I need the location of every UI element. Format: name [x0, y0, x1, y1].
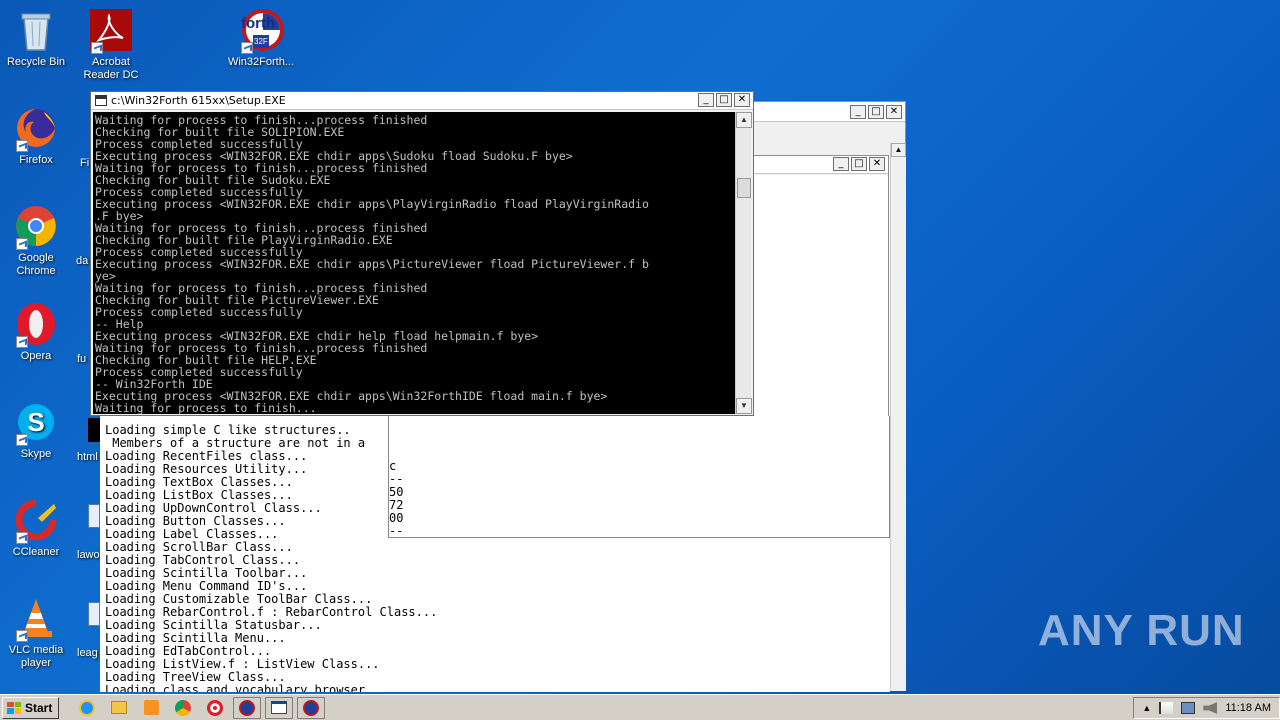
skype-icon[interactable]: S Skype [0, 400, 72, 461]
ccleaner-label: CCleaner [12, 546, 60, 558]
partial-icon [88, 418, 100, 442]
close-button[interactable]: ✕ [886, 105, 902, 119]
scroll-down-icon[interactable]: ▼ [736, 398, 752, 414]
ide-scrollbar[interactable]: ▲ [890, 143, 906, 691]
opera-label: Opera [20, 350, 52, 362]
popup-fragment: -- [389, 524, 404, 538]
anyrun-watermark: ANY RUN [1038, 606, 1245, 655]
opera-glyph-icon [14, 302, 58, 348]
opera-icon[interactable]: Opera [0, 302, 72, 363]
partial-icon-label: lawo [77, 549, 100, 561]
trash-icon [14, 8, 58, 52]
win32forth-label: Win32Forth... [227, 56, 295, 68]
start-button[interactable]: Start [2, 696, 60, 719]
opera-icon[interactable] [201, 697, 229, 719]
partial-icon-label: fu [77, 353, 87, 365]
popup-fragments: c -- 50 72 00 -- [389, 460, 403, 538]
firefox-icon[interactable]: Firefox [0, 106, 72, 167]
chrome-icon[interactable]: Google Chrome [0, 204, 72, 278]
partial-icon [88, 504, 100, 528]
partial-icon-label: da [76, 255, 89, 267]
forth-icon-text: forth [241, 15, 276, 32]
close-button[interactable]: ✕ [869, 157, 885, 171]
ie-icon[interactable] [73, 697, 101, 719]
skype-glyph-icon: S [14, 400, 58, 446]
maximize-button[interactable]: □ [868, 105, 884, 119]
console-title: c:\Win32Forth 615xx\Setup.EXE [111, 94, 286, 107]
console-line: Waiting for process to finish... [95, 401, 317, 414]
console-scrollbar[interactable]: ▲ ▼ [735, 112, 752, 414]
chrome-icon[interactable] [169, 697, 197, 719]
vlc-cone-icon [14, 596, 58, 642]
shortcut-arrow-icon [91, 42, 103, 54]
console-output[interactable]: Waiting for process to finish...process … [93, 112, 735, 414]
ccleaner-glyph-icon [14, 498, 58, 544]
maximize-button[interactable]: □ [716, 93, 732, 107]
volume-icon[interactable] [1203, 702, 1218, 714]
minimize-button[interactable]: _ [850, 105, 866, 119]
console-titlebar[interactable]: c:\Win32Forth 615xx\Setup.EXE _ □ ✕ [91, 92, 753, 110]
shortcut-arrow-icon [16, 140, 28, 152]
taskbar: Start ▲ 11:18 AM [0, 694, 1280, 720]
media-icon[interactable] [137, 697, 165, 719]
forth-icon-2[interactable] [297, 696, 326, 719]
start-label: Start [25, 700, 53, 715]
vlc-label: VLC media player [8, 644, 64, 669]
log-line: Loading class and vocabulary browser... [105, 683, 387, 693]
vlc-icon[interactable]: VLC media player [0, 596, 72, 670]
partial-icon-label: Fi [80, 157, 90, 169]
forth-icon[interactable] [233, 696, 262, 719]
shortcut-arrow-icon [16, 336, 28, 348]
win32forth-icon[interactable]: forth 32F Win32Forth... [225, 8, 297, 69]
shortcut-arrow-icon [16, 434, 28, 446]
partial-icon-label: html [77, 451, 98, 463]
tray-expand-icon[interactable]: ▲ [1142, 703, 1151, 713]
windows-logo-icon [7, 701, 21, 714]
explorer-icon[interactable] [105, 697, 133, 719]
clock[interactable]: 11:18 AM [1225, 702, 1271, 714]
network-icon[interactable] [1181, 702, 1196, 714]
close-button[interactable]: ✕ [734, 93, 750, 107]
recycle-bin-icon[interactable]: Recycle Bin [0, 8, 72, 69]
partial-icon [88, 602, 100, 626]
forth-icon-sub: 32F [253, 35, 269, 48]
acrobat-reader-icon[interactable]: Acrobat Reader DC [75, 8, 147, 82]
svg-text:S: S [27, 407, 44, 437]
system-tray: ▲ 11:18 AM [1133, 697, 1280, 719]
skype-label: Skype [20, 448, 52, 460]
console-line: Executing process <WIN32FOR.EXE chdir ap… [95, 257, 649, 271]
scroll-up-icon[interactable]: ▲ [891, 143, 906, 157]
scroll-thumb[interactable] [737, 178, 751, 198]
console-line: Executing process <WIN32FOR.EXE chdir ap… [95, 197, 649, 211]
flag-icon[interactable] [1159, 702, 1174, 714]
forth-icon: forth 32F [239, 8, 284, 54]
shortcut-arrow-icon [16, 238, 28, 250]
firefox-label: Firefox [19, 154, 53, 166]
shortcut-arrow-icon [241, 42, 253, 54]
scroll-up-icon[interactable]: ▲ [736, 112, 752, 128]
acrobat-icon [89, 8, 133, 54]
chrome-label: Google Chrome [16, 252, 56, 277]
ide-child-titlebar[interactable]: _ □ ✕ [754, 156, 888, 174]
minimize-button[interactable]: _ [833, 157, 849, 171]
recycle-bin-label: Recycle Bin [6, 56, 66, 68]
console-line: Process completed successfully [95, 305, 303, 319]
ide-popup-panel: c -- 50 72 00 -- [388, 416, 890, 538]
firefox-glyph-icon [14, 106, 58, 152]
acrobat-reader-label: Acrobat Reader DC [83, 56, 139, 81]
ccleaner-icon[interactable]: CCleaner [0, 498, 72, 559]
setup-console-window[interactable]: c:\Win32Forth 615xx\Setup.EXE _ □ ✕ Wait… [90, 91, 754, 416]
window-icon[interactable] [265, 696, 294, 719]
console-app-icon [95, 95, 107, 106]
minimize-button[interactable]: _ [698, 93, 714, 107]
partial-icon-label: leag [77, 647, 98, 659]
maximize-button[interactable]: □ [851, 157, 867, 171]
shortcut-arrow-icon [16, 532, 28, 544]
shortcut-arrow-icon [16, 630, 28, 642]
chrome-glyph-icon [14, 204, 58, 250]
